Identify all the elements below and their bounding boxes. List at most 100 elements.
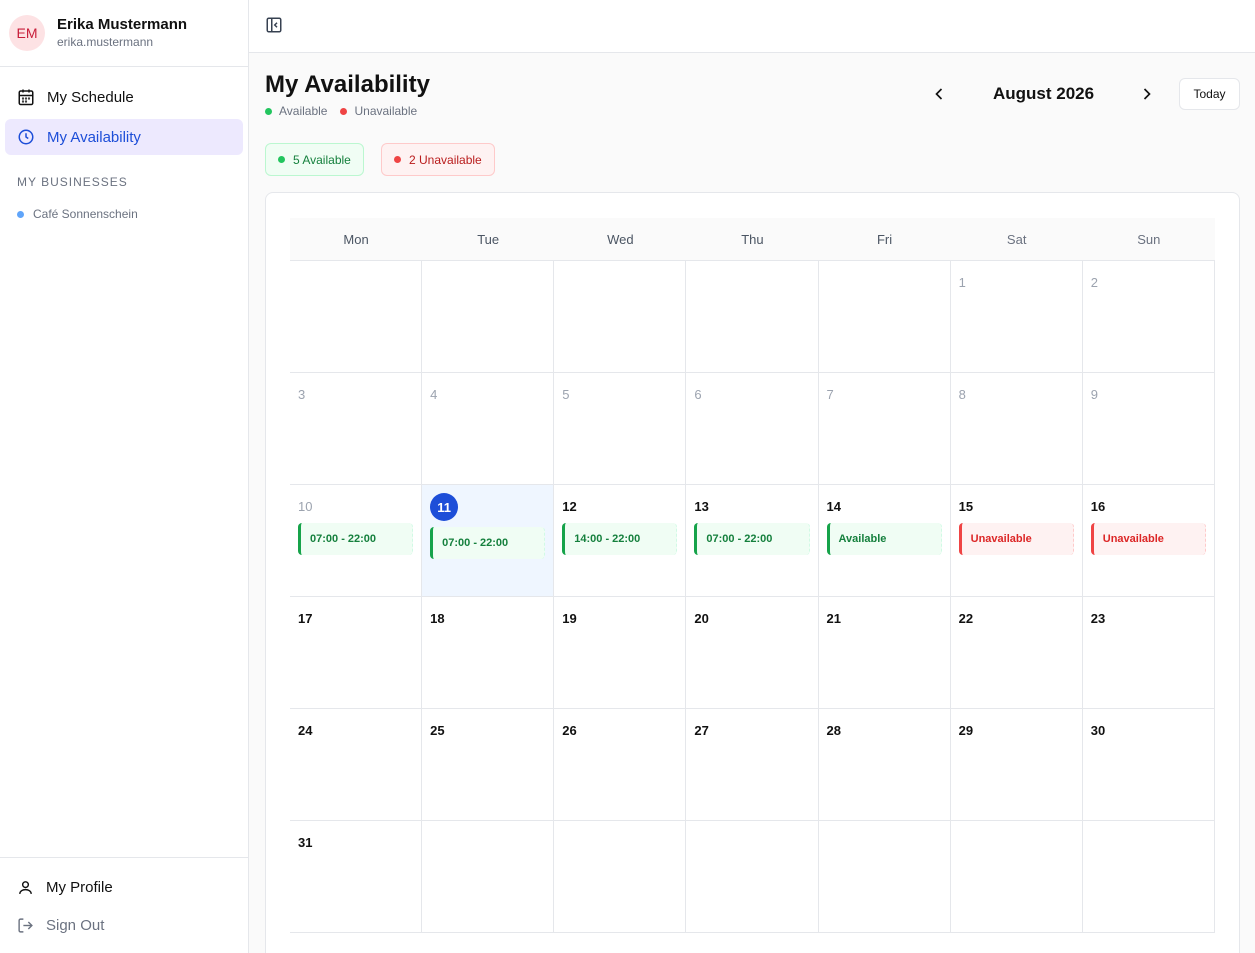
- day-number: 3: [298, 387, 306, 402]
- availability-chip[interactable]: 07:00 - 22:00: [298, 523, 414, 555]
- calendar-day-cell[interactable]: [818, 261, 951, 373]
- calendar-day-cell[interactable]: 17: [290, 597, 423, 709]
- calendar-day-cell[interactable]: [818, 821, 951, 933]
- calendar-day-cell[interactable]: [950, 821, 1083, 933]
- calendar-day-cell[interactable]: 26: [554, 709, 687, 821]
- main-content: My Availability Available Unavailable Au…: [249, 53, 1255, 953]
- calendar-day-cell[interactable]: 20: [686, 597, 819, 709]
- weekday-header: Mon: [343, 231, 369, 247]
- business-item-cafe-sonnenschein[interactable]: Café Sonnenschein: [0, 189, 248, 221]
- calendar-day-cell[interactable]: 13 07:00 - 22:00: [686, 485, 819, 597]
- calendar-day-cell[interactable]: 22: [950, 597, 1083, 709]
- unavailability-chip[interactable]: Unavailable: [958, 523, 1074, 555]
- calendar-day-cell[interactable]: [686, 821, 819, 933]
- day-number: 30: [1090, 723, 1106, 738]
- sidebar-item-my-availability[interactable]: My Availability: [5, 119, 243, 155]
- legend-unavailable-label: Unavailable: [354, 104, 418, 118]
- calendar-day-cell[interactable]: 27: [686, 709, 819, 821]
- my-profile-link[interactable]: My Profile: [5, 868, 243, 906]
- calendar-day-cell[interactable]: [1082, 821, 1215, 933]
- day-number: 16: [1090, 499, 1106, 514]
- calendar-icon: [18, 89, 34, 106]
- calendar-day-cell[interactable]: 1: [950, 261, 1083, 373]
- day-number: 1: [958, 275, 966, 290]
- calendar-day-cell[interactable]: 6: [686, 373, 819, 485]
- user-icon: [19, 880, 32, 894]
- today-day-number: 11: [430, 493, 459, 521]
- day-number: 2: [1090, 275, 1098, 290]
- user-header[interactable]: EM Erika Mustermann erika.mustermann: [0, 0, 248, 67]
- day-number: 25: [430, 723, 445, 738]
- legend-unavailable: Unavailable: [340, 104, 417, 118]
- legend-dot-available: [265, 107, 272, 115]
- calendar: Mon Tue Wed Thu Fri Sat Sun 1 2 3 4 5 6 7 8 9 10 07:00 -…: [290, 218, 1215, 933]
- my-profile-label: My Profile: [46, 878, 113, 896]
- unavailable-count-label: 2 Unavailable: [409, 152, 482, 167]
- calendar-day-cell[interactable]: 16 Unavailable: [1082, 485, 1215, 597]
- user-email: erika.mustermann: [57, 35, 154, 49]
- calendar-day-cell[interactable]: [554, 821, 687, 933]
- calendar-day-cell[interactable]: 4: [422, 373, 555, 485]
- calendar-day-cell[interactable]: 15 Unavailable: [950, 485, 1083, 597]
- calendar-day-cell[interactable]: [422, 261, 555, 373]
- calendar-day-cell[interactable]: 21: [818, 597, 951, 709]
- day-number: 6: [694, 387, 702, 402]
- page-title: My Availability: [265, 71, 430, 98]
- availability-chip[interactable]: Available: [826, 523, 942, 555]
- day-number: 27: [694, 723, 709, 738]
- calendar-day-cell[interactable]: 31: [290, 821, 423, 933]
- day-number: 13: [694, 499, 709, 514]
- calendar-day-cell[interactable]: 3: [290, 373, 423, 485]
- calendar-day-cell[interactable]: [290, 261, 423, 373]
- calendar-day-cell[interactable]: 12 14:00 - 22:00: [554, 485, 687, 597]
- calendar-day-cell[interactable]: 8: [950, 373, 1083, 485]
- day-number: 15: [958, 499, 974, 514]
- availability-chip[interactable]: 14:00 - 22:00: [562, 523, 678, 555]
- calendar-day-cell[interactable]: 9: [1082, 373, 1215, 485]
- day-number: 29: [958, 723, 974, 738]
- unavailability-chip[interactable]: Unavailable: [1090, 523, 1206, 555]
- chevron-left-icon[interactable]: [929, 84, 949, 104]
- sidebar-item-my-schedule[interactable]: My Schedule: [5, 79, 243, 115]
- weekday-header: Thu: [741, 231, 764, 247]
- legend: Available Unavailable: [265, 104, 430, 118]
- calendar-day-cell[interactable]: 5: [554, 373, 687, 485]
- calendar-day-cell[interactable]: 24: [290, 709, 423, 821]
- calendar-day-cell[interactable]: 30: [1082, 709, 1215, 821]
- calendar-weekday-header: Mon Tue Wed Thu Fri Sat Sun: [290, 218, 1215, 261]
- availability-chip[interactable]: 07:00 - 22:00: [694, 523, 810, 555]
- sidebar-nav: My Schedule My Availability: [0, 67, 248, 155]
- chevron-right-icon[interactable]: [1137, 84, 1157, 104]
- sidebar-toggle-icon[interactable]: [265, 16, 283, 34]
- calendar-day-cell[interactable]: 25: [422, 709, 555, 821]
- today-button[interactable]: Today: [1179, 78, 1240, 110]
- calendar-card: Mon Tue Wed Thu Fri Sat Sun 1 2 3 4 5 6 7 8 9 10 07:00 -…: [265, 192, 1240, 953]
- calendar-day-cell[interactable]: 2: [1082, 261, 1215, 373]
- calendar-day-cell[interactable]: 23: [1082, 597, 1215, 709]
- day-number: 22: [958, 611, 974, 626]
- weekday-header: Wed: [607, 231, 634, 247]
- user-info: Erika Mustermann erika.mustermann: [57, 16, 187, 50]
- calendar-day-cell[interactable]: [554, 261, 687, 373]
- weekday-header: Tue: [477, 231, 500, 247]
- badge-dot-available: [278, 156, 285, 163]
- day-number: 4: [430, 387, 438, 402]
- calendar-day-cell[interactable]: 18: [422, 597, 555, 709]
- weekday-header: Sun: [1137, 231, 1161, 247]
- calendar-day-cell[interactable]: [422, 821, 555, 933]
- calendar-day-cell[interactable]: 28: [818, 709, 951, 821]
- weekday-header: Fri: [876, 231, 893, 247]
- calendar-day-cell[interactable]: 29: [950, 709, 1083, 821]
- day-number: 9: [1090, 387, 1098, 402]
- user-name: Erika Mustermann: [57, 16, 188, 33]
- sign-out-button[interactable]: Sign Out: [5, 906, 243, 944]
- calendar-day-cell[interactable]: [686, 261, 819, 373]
- calendar-day-cell[interactable]: 19: [554, 597, 687, 709]
- availability-chip[interactable]: 07:00 - 22:00: [430, 527, 546, 559]
- legend-available-label: Available: [279, 104, 328, 118]
- calendar-day-cell[interactable]: 10 07:00 - 22:00: [290, 485, 423, 597]
- day-number: 23: [1090, 611, 1106, 626]
- calendar-day-cell[interactable]: 7: [818, 373, 951, 485]
- calendar-day-cell[interactable]: 11 07:00 - 22:00: [422, 485, 555, 597]
- calendar-day-cell[interactable]: 14 Available: [818, 485, 951, 597]
